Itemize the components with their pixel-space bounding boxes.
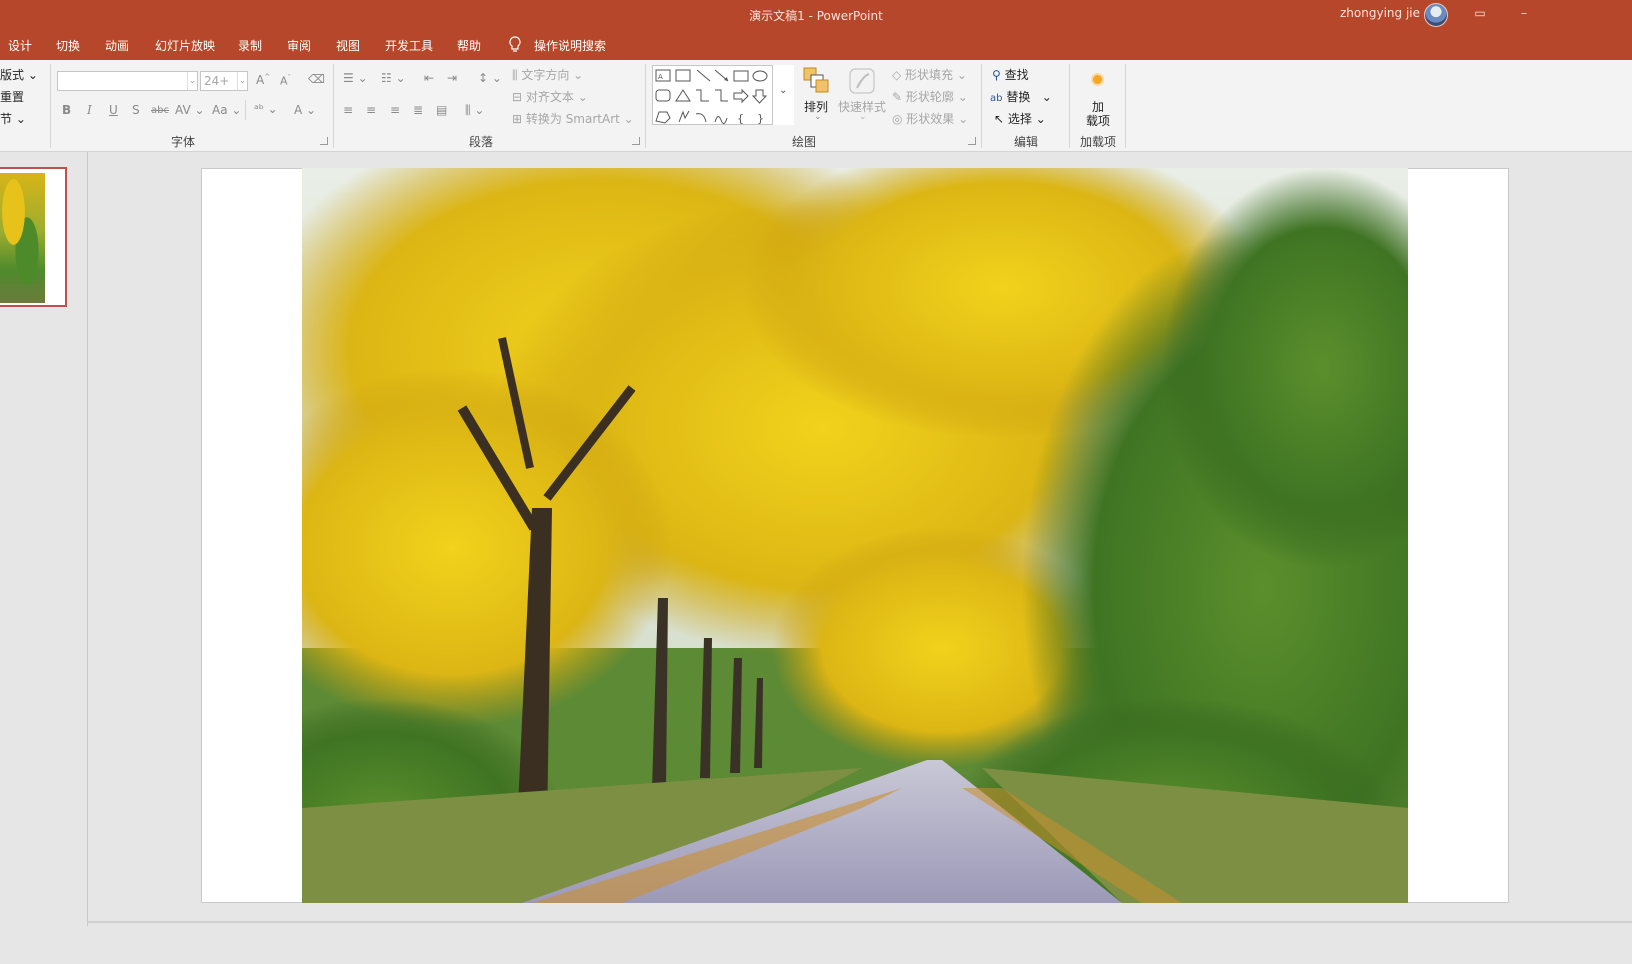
status-divider bbox=[88, 921, 1632, 923]
shape-outline-button[interactable]: ✎ 形状轮廓 ⌄ bbox=[892, 88, 968, 105]
title-bar: 演示文稿1 - PowerPoint zhongying jie ▭ – bbox=[0, 0, 1632, 30]
align-left-icon[interactable]: ≡ bbox=[343, 103, 353, 117]
svg-text:}: } bbox=[757, 112, 764, 125]
slide-photo-autumn-road[interactable] bbox=[302, 168, 1408, 903]
replace-icon: ab bbox=[990, 93, 1003, 104]
svg-text:A: A bbox=[658, 73, 663, 81]
font-size-combo[interactable]: 24+ ⌄ bbox=[200, 71, 248, 91]
bullets-icon[interactable]: ☰ ⌄ bbox=[343, 71, 368, 85]
replace-button[interactable]: ab 替换 ⌄ bbox=[990, 88, 1052, 105]
highlight-icon[interactable]: ᵃᵇ ⌄ bbox=[254, 102, 278, 116]
quick-styles-icon bbox=[849, 68, 875, 94]
select-button[interactable]: ↖ 选择 ⌄ bbox=[994, 110, 1046, 127]
section-button[interactable]: 节 ⌄ bbox=[0, 110, 26, 127]
shape-effects-button[interactable]: ◎ 形状效果 ⌄ bbox=[892, 110, 968, 127]
text-direction-button[interactable]: ⫼ 文字方向 ⌄ bbox=[512, 66, 583, 83]
columns-icon[interactable]: ⫼ ⌄ bbox=[465, 103, 484, 118]
increase-indent-icon[interactable]: ⇥ bbox=[447, 71, 457, 85]
divider bbox=[50, 64, 51, 148]
divider bbox=[333, 64, 334, 148]
underline-button[interactable]: U bbox=[109, 103, 118, 117]
divider bbox=[1069, 64, 1070, 148]
align-right-icon[interactable]: ≡ bbox=[390, 103, 400, 117]
shape-fill-button[interactable]: ◇ 形状填充 ⌄ bbox=[892, 66, 967, 83]
justify-icon[interactable]: ≣ bbox=[413, 103, 423, 117]
shapes-gallery-icons: A { } bbox=[655, 69, 768, 125]
character-spacing-button[interactable]: AV ⌄ bbox=[175, 103, 205, 117]
slide-thumbnail-1[interactable] bbox=[0, 167, 67, 307]
chevron-down-icon[interactable]: ⌄ bbox=[237, 72, 247, 90]
addins-icon bbox=[1093, 75, 1102, 84]
search-icon: ⚲ bbox=[992, 68, 1001, 82]
font-name-combo[interactable]: ⌄ bbox=[57, 71, 198, 91]
ribbon-display-options-icon[interactable]: ▭ bbox=[1470, 3, 1490, 23]
chevron-down-icon[interactable]: ⌄ bbox=[187, 72, 197, 90]
find-button[interactable]: ⚲ 查找 bbox=[992, 66, 1029, 83]
drawing-group-label: 绘图 bbox=[792, 135, 817, 149]
arrange-icon bbox=[803, 67, 829, 93]
font-dialog-launcher-icon[interactable] bbox=[320, 137, 328, 145]
align-text-button[interactable]: ⊟ 对齐文本 ⌄ bbox=[512, 88, 588, 105]
drawing-dialog-launcher-icon[interactable] bbox=[968, 137, 976, 145]
minimize-icon[interactable]: – bbox=[1514, 3, 1534, 23]
divider bbox=[245, 100, 246, 120]
addins-group-label: 加载项 bbox=[1080, 135, 1117, 149]
svg-text:{: { bbox=[737, 112, 744, 125]
clear-formatting-icon[interactable]: ⌫ bbox=[308, 72, 325, 86]
chevron-down-icon: ⌄ bbox=[779, 85, 788, 96]
addins-button-line2[interactable]: 载项 bbox=[1086, 112, 1110, 129]
convert-smartart-button[interactable]: ⊞ 转换为 SmartArt ⌄ bbox=[512, 110, 634, 127]
strikethrough-button[interactable]: abc bbox=[151, 105, 169, 116]
shapes-gallery-more[interactable]: ⌄ bbox=[772, 65, 794, 125]
share-box-edge bbox=[0, 30, 1632, 60]
bold-button[interactable]: B bbox=[62, 103, 71, 117]
autumn-road-image bbox=[302, 168, 1408, 903]
font-color-button[interactable]: A ⌄ bbox=[294, 103, 316, 117]
paragraph-group-label: 段落 bbox=[469, 135, 494, 149]
cursor-icon: ↖ bbox=[994, 112, 1005, 126]
italic-button[interactable]: I bbox=[87, 103, 92, 117]
avatar[interactable] bbox=[1424, 3, 1448, 27]
ribbon: 版式 ⌄ 重置 节 ⌄ ⌄ 24+ ⌄ A^ Aˇ ⌫ B I U S abc … bbox=[0, 60, 1632, 152]
align-center-icon[interactable]: ≡ bbox=[366, 103, 376, 117]
divider bbox=[1125, 64, 1126, 148]
divider bbox=[981, 64, 982, 148]
chevron-down-icon[interactable]: ⌄ bbox=[814, 112, 822, 122]
text-shadow-button[interactable]: S bbox=[132, 103, 140, 117]
editing-group-label: 编辑 bbox=[1014, 135, 1039, 149]
font-group-label: 字体 bbox=[171, 135, 196, 149]
shrink-font-icon[interactable]: Aˇ bbox=[280, 74, 291, 88]
slide-thumbnail-image bbox=[0, 173, 45, 303]
line-spacing-icon[interactable]: ↕ ⌄ bbox=[478, 71, 502, 85]
user-name[interactable]: zhongying jie bbox=[1340, 6, 1420, 20]
grow-font-icon[interactable]: A^ bbox=[256, 73, 270, 87]
reset-button[interactable]: 重置 bbox=[0, 88, 24, 105]
decrease-indent-icon[interactable]: ⇤ bbox=[424, 71, 434, 85]
chevron-down-icon[interactable]: ⌄ bbox=[859, 112, 867, 122]
divider bbox=[645, 64, 646, 148]
change-case-button[interactable]: Aa ⌄ bbox=[212, 103, 241, 117]
font-size-value: 24+ bbox=[204, 74, 230, 88]
paragraph-dialog-launcher-icon[interactable] bbox=[632, 137, 640, 145]
layout-button[interactable]: 版式 ⌄ bbox=[0, 66, 38, 83]
slide-thumbnail-pane bbox=[0, 152, 88, 926]
distributed-icon[interactable]: ▤ bbox=[436, 103, 447, 117]
numbering-icon[interactable]: ☷ ⌄ bbox=[381, 71, 406, 85]
